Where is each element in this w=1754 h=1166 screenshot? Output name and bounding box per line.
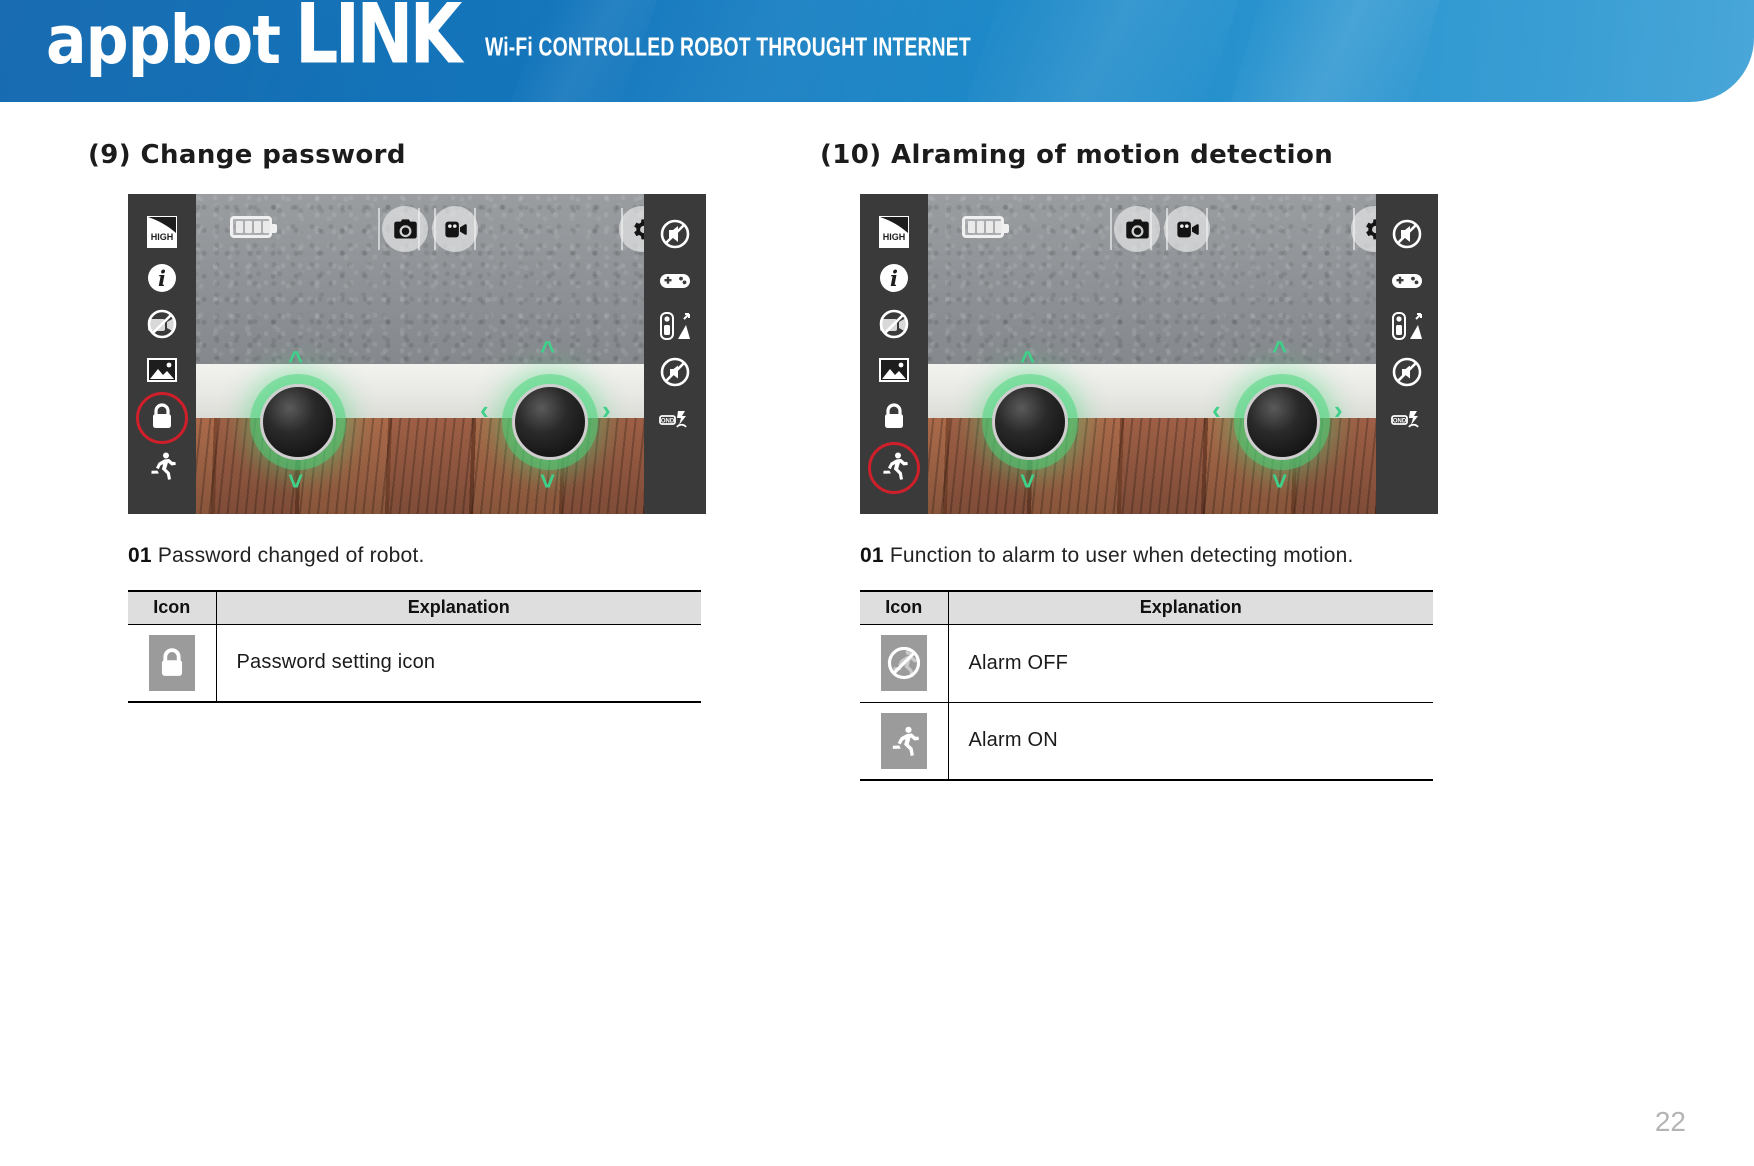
robot-move-icon[interactable] bbox=[655, 306, 695, 346]
screenshot-baseboard bbox=[128, 363, 706, 418]
chevron-up-icon[interactable]: ^ bbox=[288, 347, 303, 373]
screenshot-left-rail: HIGH i bbox=[860, 194, 928, 514]
table-cell-icon bbox=[860, 702, 949, 781]
chevron-down-icon[interactable]: ˅ bbox=[1272, 468, 1287, 494]
battery-icon bbox=[230, 216, 277, 238]
motion-run-icon bbox=[880, 712, 927, 769]
chevron-right-icon[interactable]: › bbox=[1334, 397, 1343, 423]
camera-icon[interactable] bbox=[382, 206, 428, 252]
charging-dock-icon[interactable]: OND bbox=[655, 398, 695, 438]
table-cell-explanation: Alarm ON bbox=[948, 702, 1433, 781]
gallery-icon[interactable] bbox=[874, 350, 914, 390]
screenshot-baseboard bbox=[860, 363, 1438, 418]
no-recording-icon[interactable] bbox=[874, 304, 914, 344]
banner-sheen-decoration bbox=[1208, 0, 1452, 102]
chevron-up-icon[interactable]: ^ bbox=[1272, 337, 1287, 363]
chevron-up-icon[interactable]: ^ bbox=[540, 337, 555, 363]
page-content: (9) Change password ^ ˅ ^ ˅ ‹ › HIGH i O… bbox=[0, 102, 1754, 1166]
caption-text: Password changed of robot. bbox=[157, 544, 425, 567]
header-tagline: Wi-Fi CONTROLLED ROBOT THROUGHT INTERNET bbox=[485, 33, 972, 62]
table-header-row: Icon Explanation bbox=[128, 590, 701, 625]
table-row: Password setting icon bbox=[128, 624, 701, 703]
chevron-up-icon[interactable]: ^ bbox=[1020, 347, 1035, 373]
caption-text: Function to alarm to user when detecting… bbox=[889, 544, 1354, 567]
screenshot-right-rail: OND bbox=[1376, 194, 1438, 514]
icon-explanation-table: Icon Explanation Password setting icon bbox=[128, 590, 701, 703]
mute-icon[interactable] bbox=[655, 352, 695, 392]
screenshot-top-toolbar bbox=[928, 194, 1397, 264]
lock-icon[interactable] bbox=[142, 396, 182, 436]
right-joystick[interactable] bbox=[1244, 384, 1320, 460]
page-number: 22 bbox=[1654, 1106, 1686, 1137]
lock-icon bbox=[148, 634, 195, 691]
robot-move-icon[interactable] bbox=[1387, 306, 1427, 346]
table-row: Alarm OFF bbox=[860, 624, 1433, 703]
svg-text:i: i bbox=[158, 266, 166, 291]
mute-icon[interactable] bbox=[1387, 352, 1427, 392]
svg-text:OND: OND bbox=[1393, 418, 1407, 424]
camera-icon[interactable] bbox=[1114, 206, 1160, 252]
column-header-icon: Icon bbox=[128, 590, 217, 625]
no-motion-icon bbox=[880, 635, 927, 691]
column-header-explanation: Explanation bbox=[216, 590, 701, 625]
caption-number: 01 bbox=[860, 544, 884, 567]
chevron-down-icon[interactable]: ˅ bbox=[1020, 468, 1035, 494]
motion-run-icon[interactable] bbox=[142, 446, 182, 486]
video-icon[interactable] bbox=[432, 206, 478, 252]
icon-explanation-table: Icon Explanation Alarm OFF Alarm ON bbox=[860, 590, 1433, 781]
motion-run-icon[interactable] bbox=[874, 446, 914, 486]
gallery-icon[interactable] bbox=[142, 350, 182, 390]
screenshot-right-rail: OND bbox=[644, 194, 706, 514]
table-cell-explanation: Password setting icon bbox=[216, 624, 701, 703]
screenshot-top-toolbar bbox=[196, 194, 665, 264]
high-quality-icon[interactable]: HIGH bbox=[142, 212, 182, 252]
right-joystick[interactable] bbox=[512, 384, 588, 460]
logo-link-text: LINK bbox=[295, 0, 462, 83]
brand-logo: appbot LINK Wi-Fi CONTROLLED ROBOT THROU… bbox=[46, 0, 1013, 83]
app-screenshot-motion-detection: ^ ˅ ^ ˅ ‹ › HIGH i OND bbox=[860, 194, 1438, 514]
gamepad-icon[interactable] bbox=[655, 260, 695, 300]
screenshot-wood-floor bbox=[128, 418, 706, 514]
column-header-icon: Icon bbox=[860, 590, 949, 625]
svg-text:OND: OND bbox=[661, 418, 675, 424]
app-screenshot-change-password: ^ ˅ ^ ˅ ‹ › HIGH i OND bbox=[128, 194, 706, 514]
lock-icon[interactable] bbox=[874, 396, 914, 436]
table-cell-icon bbox=[128, 624, 217, 703]
section-caption: 01 Function to alarm to user when detect… bbox=[860, 544, 1354, 568]
no-sound-icon[interactable] bbox=[655, 214, 695, 254]
section-title: (9) Change password bbox=[88, 140, 406, 170]
screenshot-wood-floor bbox=[860, 418, 1438, 514]
no-recording-icon[interactable] bbox=[142, 304, 182, 344]
charging-dock-icon[interactable]: OND bbox=[1387, 398, 1427, 438]
column-header-explanation: Explanation bbox=[948, 590, 1433, 625]
info-icon[interactable]: i bbox=[142, 258, 182, 298]
svg-text:HIGH: HIGH bbox=[151, 232, 174, 242]
chevron-left-icon[interactable]: ‹ bbox=[1212, 397, 1221, 423]
chevron-down-icon[interactable]: ˅ bbox=[288, 468, 303, 494]
gamepad-icon[interactable] bbox=[1387, 260, 1427, 300]
video-icon[interactable] bbox=[1164, 206, 1210, 252]
chevron-right-icon[interactable]: › bbox=[602, 397, 611, 423]
table-row: Alarm ON bbox=[860, 702, 1433, 781]
battery-icon bbox=[962, 216, 1009, 238]
page-header-banner: appbot LINK Wi-Fi CONTROLLED ROBOT THROU… bbox=[0, 0, 1754, 102]
table-header-row: Icon Explanation bbox=[860, 590, 1433, 625]
section-caption: 01 Password changed of robot. bbox=[128, 544, 425, 568]
logo-appbot-text: appbot bbox=[46, 0, 281, 80]
section-title: (10) Alraming of motion detection bbox=[820, 140, 1334, 170]
screenshot-left-rail: HIGH i bbox=[128, 194, 196, 514]
no-sound-icon[interactable] bbox=[1387, 214, 1427, 254]
caption-number: 01 bbox=[128, 544, 152, 567]
high-quality-icon[interactable]: HIGH bbox=[874, 212, 914, 252]
table-cell-explanation: Alarm OFF bbox=[948, 624, 1433, 703]
svg-text:HIGH: HIGH bbox=[883, 232, 906, 242]
table-cell-icon bbox=[860, 624, 949, 703]
left-joystick[interactable] bbox=[260, 384, 336, 460]
chevron-down-icon[interactable]: ˅ bbox=[540, 468, 555, 494]
info-icon[interactable]: i bbox=[874, 258, 914, 298]
svg-text:i: i bbox=[890, 266, 898, 291]
left-joystick[interactable] bbox=[992, 384, 1068, 460]
chevron-left-icon[interactable]: ‹ bbox=[480, 397, 489, 423]
